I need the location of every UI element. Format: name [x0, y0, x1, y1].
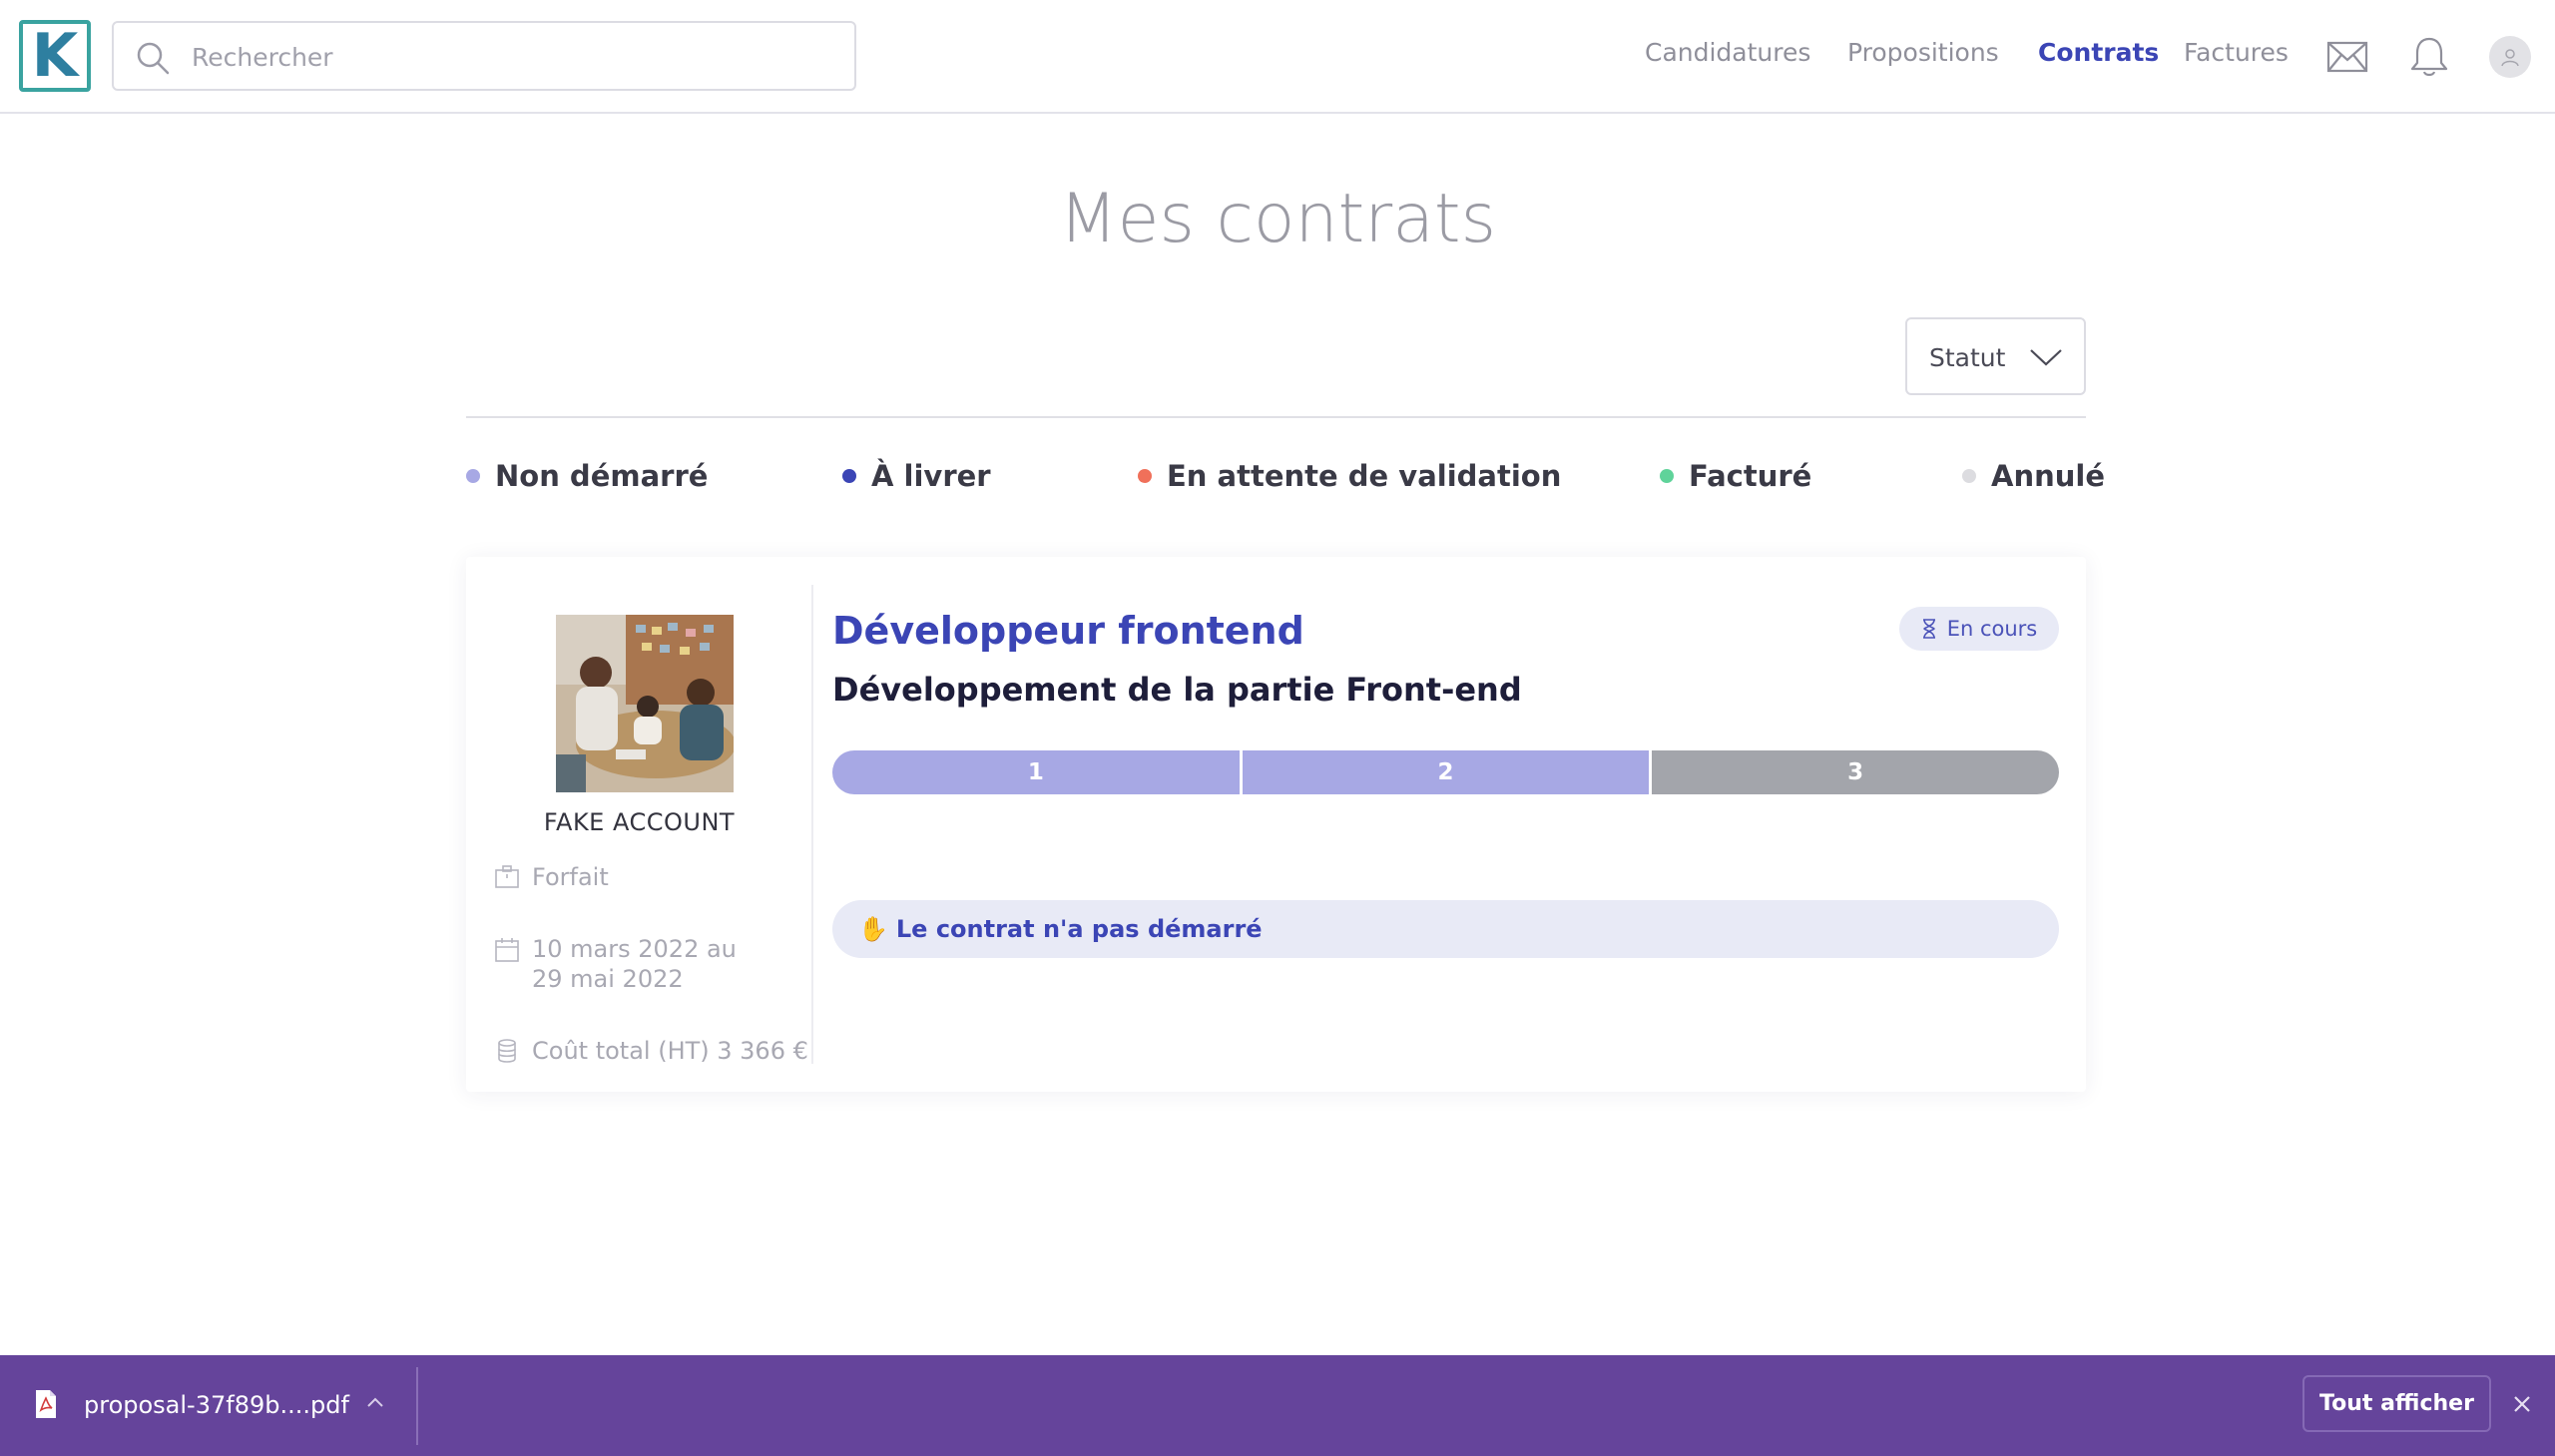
filter-divider: [466, 416, 2086, 418]
avatar-icon: [2501, 49, 2519, 67]
show-all-button[interactable]: Tout afficher: [2302, 1375, 2491, 1432]
hourglass-icon: [1922, 619, 1935, 639]
legend-label: Facturé: [1689, 459, 1812, 493]
nav-propositions[interactable]: Propositions: [1847, 38, 1999, 67]
status-filter-dropdown[interactable]: Statut: [1905, 317, 2086, 395]
bell-icon[interactable]: [2406, 34, 2452, 80]
status-badge-label: En cours: [1946, 617, 2038, 641]
status-filter-label: Statut: [1929, 343, 2006, 372]
legend-a-livrer: À livrer: [842, 459, 991, 493]
logo-letter: K: [31, 21, 79, 91]
legend-non-demarre: Non démarré: [466, 459, 708, 493]
legend-dot: [1962, 469, 1976, 483]
legend-facture: Facturé: [1660, 459, 1811, 493]
mail-icon[interactable]: [2324, 34, 2370, 80]
contract-status-notice: ✋ Le contrat n'a pas démarré: [832, 900, 2059, 958]
legend-dot: [1138, 469, 1152, 483]
download-bar-separator: [416, 1367, 418, 1445]
legend-dot: [842, 469, 856, 483]
chevron-up-icon[interactable]: [365, 1395, 385, 1409]
close-icon[interactable]: [2509, 1391, 2535, 1417]
briefcase-icon: [495, 865, 519, 888]
search-box[interactable]: [112, 21, 856, 91]
dates-row: 10 mars 2022 au 29 mai 2022: [494, 934, 737, 994]
contract-client-panel: FAKE ACCOUNT Forfait 10 mars 2022 au 29 …: [466, 557, 812, 1092]
legend-label: Annulé: [1991, 459, 2105, 493]
legend-dot: [466, 469, 480, 483]
chevron-down-icon: [2030, 349, 2062, 366]
notice-text: Le contrat n'a pas démarré: [895, 915, 1263, 943]
legend-label: Non démarré: [495, 459, 709, 493]
status-badge: En cours: [1899, 607, 2059, 651]
milestone-step-1[interactable]: 1: [832, 750, 1240, 794]
milestone-step-3[interactable]: 3: [1649, 750, 2059, 794]
contract-end-date: 29 mai 2022: [532, 965, 684, 993]
page-title: Mes contrats: [1058, 180, 1496, 258]
legend-annule: Annulé: [1962, 459, 2105, 493]
legend-label: À livrer: [871, 459, 991, 493]
milestone-step-2[interactable]: 2: [1239, 750, 1650, 794]
calendar-icon: [495, 938, 519, 962]
card-separator: [811, 585, 813, 1064]
coins-icon: [498, 1039, 516, 1063]
download-filename[interactable]: proposal-37f89b....pdf: [84, 1391, 349, 1419]
download-bar: proposal-37f89b....pdf Tout afficher: [0, 1355, 2555, 1456]
top-navigation-bar: K Candidatures Propositions Contrats Fac…: [0, 0, 2555, 114]
nav-candidatures[interactable]: Candidatures: [1645, 38, 1810, 67]
contract-card[interactable]: FAKE ACCOUNT Forfait 10 mars 2022 au 29 …: [466, 557, 2086, 1092]
contract-dates: 10 mars 2022 au 29 mai 2022: [532, 934, 737, 994]
legend-label: En attente de validation: [1167, 459, 1562, 493]
raised-hand-icon: ✋: [858, 915, 888, 943]
contract-start-date: 10 mars 2022 au: [532, 935, 737, 963]
nav-contrats[interactable]: Contrats: [2038, 38, 2159, 67]
nav-factures[interactable]: Factures: [2184, 38, 2289, 67]
search-input[interactable]: [192, 33, 830, 81]
cost-row: Coût total (HT) 3 366 €: [494, 1036, 808, 1066]
pricing-row: Forfait: [494, 862, 609, 892]
show-all-label: Tout afficher: [2319, 1391, 2474, 1416]
search-icon: [137, 42, 170, 75]
client-account-name: FAKE ACCOUNT: [543, 808, 736, 836]
mission-subtitle: Développement de la partie Front-end: [832, 671, 1522, 709]
pricing-type: Forfait: [532, 863, 609, 891]
legend-dot: [1660, 469, 1674, 483]
user-avatar-button[interactable]: [2489, 36, 2531, 78]
job-title[interactable]: Développeur frontend: [832, 609, 1304, 653]
milestone-progress: 1 2 3: [832, 750, 2059, 794]
app-logo[interactable]: K: [19, 20, 91, 92]
total-cost: Coût total (HT) 3 366 €: [532, 1037, 808, 1065]
client-photo: [556, 615, 734, 792]
pdf-file-icon[interactable]: [34, 1389, 58, 1419]
legend-en-attente: En attente de validation: [1138, 459, 1561, 493]
